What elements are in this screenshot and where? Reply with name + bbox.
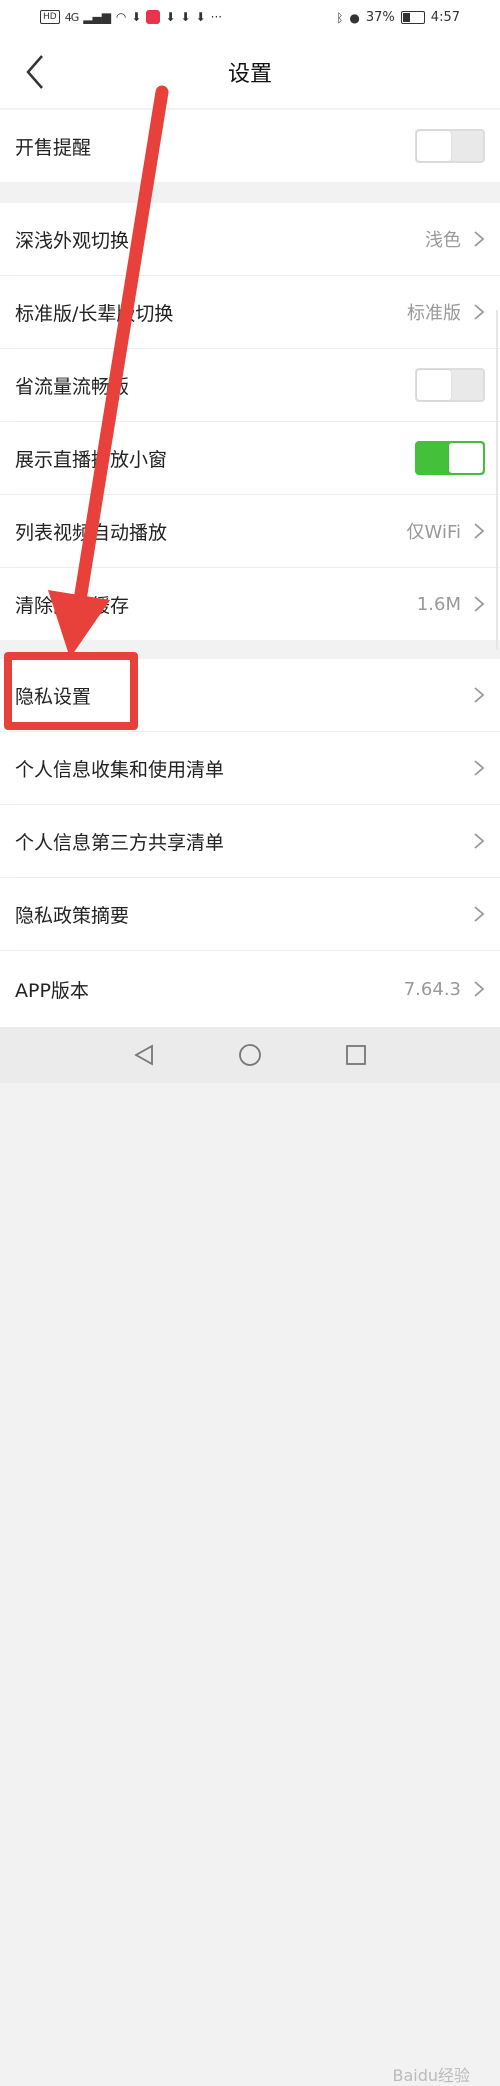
page-title: 设置 [227,62,272,87]
home-circle-icon[interactable] [238,1043,262,1067]
setting-value: 标准版 [407,303,461,324]
setting-label: 省流量流畅版 [15,375,130,398]
scrollbar[interactable] [496,310,498,650]
setting-row-data-saver: 省流量流畅版 [0,349,500,421]
chevron-right-icon [474,304,485,320]
chevron-right-icon [474,981,485,997]
battery-icon [400,11,425,24]
bluetooth-icon: ᛒ [336,10,344,25]
setting-row-autoplay[interactable]: 列表视频自动播放 仅WiFi [0,495,500,567]
setting-label: 开售提醒 [15,136,92,159]
chevron-right-icon [474,760,485,776]
recents-square-icon[interactable] [344,1043,368,1067]
status-left: HD 4G ▂▄▆ ◠ ⬇ ⬇ ⬇ ⬇ ··· [40,10,222,24]
setting-label: APP版本 [15,979,89,1002]
signal-icon: ▂▄▆ [83,10,111,24]
sale-reminder-toggle[interactable] [415,129,485,163]
toggle-knob [449,443,483,473]
setting-label: 个人信息第三方共享清单 [15,831,225,854]
live-window-toggle[interactable] [415,441,485,475]
download-icon: ⬇ [131,10,142,24]
setting-label: 隐私政策摘要 [15,904,130,927]
toggle-knob [417,370,451,400]
download-icon: ⬇ [195,10,206,24]
setting-label: 展示直播播放小窗 [15,448,168,471]
setting-row-sale-reminder: 开售提醒 [0,110,500,182]
download-icon: ⬇ [165,10,176,24]
setting-value: 浅色 [425,230,461,251]
setting-row-clear-cache[interactable]: 清除图片缓存 1.6M [0,568,500,640]
setting-row-personal-info-list[interactable]: 个人信息收集和使用清单 [0,732,500,804]
nav-bar: 设置 [0,38,500,108]
setting-label: 深浅外观切换 [15,229,130,252]
setting-value: 仅WiFi [406,522,461,543]
chevron-right-icon [474,523,485,539]
clock: 4:57 [430,10,460,25]
chevron-right-icon [474,596,485,612]
chevron-right-icon [474,687,485,703]
setting-label: 列表视频自动播放 [15,521,168,544]
chevron-right-icon [474,231,485,247]
more-icon: ··· [210,10,223,24]
setting-value: 1.6M [416,593,461,615]
setting-row-edition[interactable]: 标准版/长辈版切换 标准版 [0,276,500,348]
network-type: 4G [64,10,79,24]
chevron-right-icon [474,906,485,922]
hd-badge: HD [40,10,60,24]
data-saver-toggle[interactable] [415,368,485,402]
toggle-knob [417,131,451,161]
battery-percent: 37% [365,10,395,25]
back-triangle-icon[interactable] [132,1043,156,1067]
annotation-highlight-box [4,652,138,730]
status-right: ᛒ ● 37% 4:57 [336,10,460,25]
setting-row-app-version[interactable]: APP版本 7.64.3 [0,951,500,1027]
location-icon: ● [349,10,360,25]
setting-row-appearance[interactable]: 深浅外观切换 浅色 [0,203,500,275]
watermark: Baidu经验 [392,2066,470,2085]
setting-label: 个人信息收集和使用清单 [15,758,225,781]
setting-row-live-window: 展示直播播放小窗 [0,422,500,494]
status-bar: HD 4G ▂▄▆ ◠ ⬇ ⬇ ⬇ ⬇ ··· ᛒ ● 37% 4:57 [0,0,500,38]
setting-label: 清除图片缓存 [15,594,130,617]
wifi-icon: ◠ [115,10,127,24]
setting-row-privacy-summary[interactable]: 隐私政策摘要 [0,878,500,950]
setting-value: 7.64.3 [403,978,461,1000]
setting-label: 标准版/长辈版切换 [15,302,174,325]
app-notification-icon [146,10,161,24]
download-icon: ⬇ [180,10,191,24]
setting-row-third-party-list[interactable]: 个人信息第三方共享清单 [0,805,500,877]
chevron-right-icon [474,833,485,849]
system-nav-bar: Baidu经验 [0,1027,500,2085]
